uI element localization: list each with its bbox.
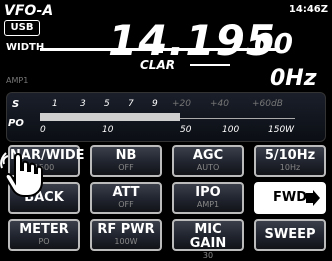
step-5-10hz-button[interactable]: 5/10Hz 10Hz [254, 145, 326, 177]
hand-pointer-icon [0, 152, 43, 197]
vfo-label: VFO-A [4, 3, 54, 19]
s-tick: +40 [210, 99, 229, 109]
s-tick: 5 [104, 99, 110, 109]
po-tick: 100 [222, 125, 240, 135]
button-label: AGC [192, 148, 224, 163]
frequency-main[interactable]: 14.195 [108, 20, 276, 62]
button-value: PO [38, 237, 50, 246]
po-tick: 150W [268, 125, 295, 135]
button-label: IPO [195, 185, 221, 200]
s-tick: 3 [80, 99, 86, 109]
arrow-right-icon [306, 190, 320, 206]
button-label: 5/10Hz [264, 148, 316, 163]
clar-label: CLAR [140, 58, 175, 72]
po-meter-label: PO [8, 118, 24, 129]
mode-badge[interactable]: USB [4, 20, 40, 36]
mic-gain-button[interactable]: MIC GAIN 30 [172, 219, 244, 260]
button-label: RF PWR [97, 222, 155, 237]
po-tick: 50 [180, 125, 192, 135]
po-level-bar [40, 113, 180, 121]
button-label: MIC GAIN [189, 222, 227, 251]
button-value: 30 [202, 251, 214, 260]
button-value: OFF [118, 163, 134, 172]
amp-label: AMP1 [6, 76, 29, 85]
frequency-small: 00 [254, 27, 293, 60]
width-label: WIDTH [6, 42, 45, 53]
s-tick: 1 [52, 99, 58, 109]
clar-value: 0Hz [270, 66, 317, 91]
clar-underline [190, 64, 230, 66]
s-tick: 7 [128, 99, 134, 109]
meter-button[interactable]: METER PO [8, 219, 80, 251]
po-tick: 10 [102, 125, 114, 135]
button-value: 100W [114, 237, 138, 246]
button-value: OFF [118, 200, 134, 209]
att-button[interactable]: ATT OFF [90, 182, 162, 214]
ipo-button[interactable]: IPO AMP1 [172, 182, 244, 214]
agc-button[interactable]: AGC AUTO [172, 145, 244, 177]
sweep-button[interactable]: SWEEP [254, 219, 326, 251]
rf-pwr-button[interactable]: RF PWR 100W [90, 219, 162, 251]
nb-button[interactable]: NB OFF [90, 145, 162, 177]
s-tick: +20 [172, 99, 191, 109]
button-value: AUTO [196, 163, 220, 172]
po-tick: 0 [40, 125, 46, 135]
button-label: METER [19, 222, 69, 237]
s-tick: +60dB [252, 99, 283, 109]
s-tick: 9 [152, 99, 158, 109]
button-value: AMP1 [196, 200, 220, 209]
button-label: SWEEP [264, 227, 316, 242]
button-label: NB [115, 148, 137, 163]
fwd-button[interactable]: FWD [254, 182, 326, 214]
clock: 14:46Z [288, 4, 328, 15]
button-label: ATT [112, 185, 140, 200]
button-value: 10Hz [279, 163, 301, 172]
s-meter-label: S [12, 99, 20, 110]
